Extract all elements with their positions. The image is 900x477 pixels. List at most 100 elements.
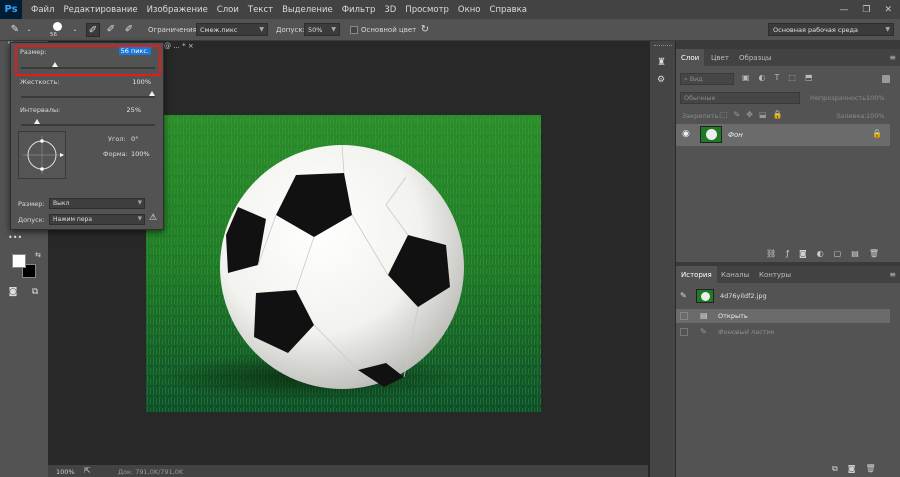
history-checkbox[interactable] xyxy=(680,328,688,336)
panel-menu-icon[interactable]: ≡ xyxy=(889,53,896,62)
more-tools-icon[interactable]: ••• xyxy=(8,233,22,242)
spacing-slider-thumb[interactable] xyxy=(34,119,40,124)
screen-mode-icon[interactable]: ⧉ xyxy=(28,287,42,297)
history-snapshot[interactable]: ✎ 4d76yildf2.jpg xyxy=(676,289,890,303)
layer-name[interactable]: Фон xyxy=(728,131,743,139)
document-canvas[interactable] xyxy=(146,115,541,412)
background-eraser-tool-icon[interactable]: ✎ xyxy=(8,23,22,37)
menu-file[interactable]: Файл xyxy=(31,5,54,15)
size-slider-thumb[interactable] xyxy=(51,62,58,67)
collapsed-panels-strip: ♜ ⚙ xyxy=(650,41,676,477)
snapshot-name: 4d76yildf2.jpg xyxy=(720,292,767,300)
history-step-label: Фоновый ластик xyxy=(718,328,775,336)
layer-thumbnail xyxy=(700,126,722,143)
tab-channels[interactable]: Каналы xyxy=(716,266,754,283)
layers-footer-icons[interactable]: ⛓ƒ◙◐▢▤🗑 xyxy=(766,249,889,258)
angle-roundness-widget[interactable] xyxy=(18,131,66,179)
restore-icon[interactable]: ❐ xyxy=(862,5,870,15)
tab-history[interactable]: История xyxy=(676,266,717,283)
spacing-label: Интервалы: xyxy=(20,106,61,114)
sampling-once-icon[interactable]: ✐ xyxy=(104,23,118,37)
protect-color-checkbox[interactable] xyxy=(350,26,358,34)
snapshot-ball-icon xyxy=(701,292,710,301)
roundness-value[interactable]: 100% xyxy=(131,150,150,158)
chevron-down-icon: ▼ xyxy=(137,200,142,206)
tab-paths[interactable]: Контуры xyxy=(754,266,796,283)
chevron-down-icon: ▼ xyxy=(885,26,890,33)
panel-menu-icon[interactable]: ≡ xyxy=(889,270,896,279)
history-checkbox[interactable] xyxy=(680,312,688,320)
filter-toggle-icon[interactable] xyxy=(882,75,890,83)
tolerance-input[interactable]: 50% ▼ xyxy=(304,23,340,36)
visibility-eye-icon[interactable]: ◉ xyxy=(682,129,690,139)
tab-color[interactable]: Цвет xyxy=(706,49,734,66)
tolerance-control-select[interactable]: Нажим пера ▼ xyxy=(49,214,145,225)
workspace-select[interactable]: Основная рабочая среда ▼ xyxy=(768,23,894,36)
layer-filter-kind[interactable]: ⌕ Вид xyxy=(680,73,734,85)
history-step-bg-eraser[interactable]: ✎ Фоновый ластик xyxy=(676,325,890,339)
document-tab[interactable]: @ ... * × xyxy=(164,42,194,58)
quick-mask-icon[interactable]: ◙ xyxy=(6,287,20,297)
options-bar: ✎ ⌄ 56 ⌄ ✐ ✐ ✐ Ограничения: Смеж.пикс ▼ Д… xyxy=(0,19,900,41)
foreground-color-swatch[interactable] xyxy=(12,254,26,268)
spacing-value[interactable]: 25% xyxy=(127,106,141,114)
sampling-continuous-icon[interactable]: ✐ xyxy=(86,23,100,37)
menu-window[interactable]: Окно xyxy=(458,5,481,15)
background-eraser-step-icon: ✎ xyxy=(700,327,707,336)
menu-help[interactable]: Справка xyxy=(490,5,527,15)
menu-filter[interactable]: Фильтр xyxy=(342,5,376,15)
fill-label: Заливка: xyxy=(836,112,867,120)
filter-kind-value: Вид xyxy=(689,75,703,83)
status-bar: 100% ⇱ Док: 791,0K/791,0K xyxy=(48,465,648,477)
zoom-level[interactable]: 100% xyxy=(56,468,75,476)
adjustments-panel-icon[interactable]: ⚙ xyxy=(657,75,665,85)
limits-label: Ограничения: xyxy=(148,26,200,34)
snapshot-thumbnail xyxy=(696,289,714,303)
blend-mode-select[interactable]: Обычные xyxy=(680,92,800,104)
document-info[interactable]: Док: 791,0K/791,0K xyxy=(118,468,183,476)
menu-type[interactable]: Текст xyxy=(248,5,273,15)
limits-select[interactable]: Смеж.пикс ▼ xyxy=(196,23,268,36)
brush-dot-icon xyxy=(53,22,62,31)
close-icon[interactable]: ✕ xyxy=(884,5,892,15)
layer-lock-icon: 🔒 xyxy=(872,129,882,138)
angle-value[interactable]: 0° xyxy=(131,135,138,143)
brush-preview[interactable]: 56 xyxy=(48,21,68,39)
window-controls: — ❐ ✕ xyxy=(839,0,892,19)
tab-swatches[interactable]: Образцы xyxy=(734,49,777,66)
menu-image[interactable]: Изображение xyxy=(147,5,208,15)
export-icon[interactable]: ⇱ xyxy=(84,466,91,475)
fill-value[interactable]: 100% xyxy=(866,112,885,120)
tool-preset-chevron-icon[interactable]: ⌄ xyxy=(22,23,36,37)
history-brush-source-icon[interactable]: ✎ xyxy=(680,291,687,300)
history-step-open[interactable]: ▤ Открыть xyxy=(676,309,890,323)
opacity-value[interactable]: 100% xyxy=(866,94,885,102)
brush-picker-chevron-icon[interactable]: ⌄ xyxy=(68,23,82,37)
history-brush-panel-icon[interactable]: ♜ xyxy=(657,57,666,68)
swap-colors-icon[interactable]: ⇆ xyxy=(31,251,45,259)
sampling-swatch-icon[interactable]: ✐ xyxy=(122,23,136,37)
layer-filter-icons[interactable]: ▣◐T⬚⬒ xyxy=(742,73,822,82)
lock-icons[interactable]: ⬚✎✥⬓🔒 xyxy=(720,110,788,119)
hardness-slider-thumb[interactable] xyxy=(149,91,155,96)
hardness-value[interactable]: 100% xyxy=(132,78,151,86)
size-slider-track[interactable] xyxy=(21,67,155,69)
hardness-slider-track[interactable] xyxy=(21,96,155,98)
history-footer-icons[interactable]: ⧉◙🗑 xyxy=(832,464,886,474)
protect-color-label: Основной цвет xyxy=(361,26,417,34)
menu-layers[interactable]: Слои xyxy=(217,5,239,15)
menu-view[interactable]: Просмотр xyxy=(405,5,449,15)
dock-grip-icon xyxy=(654,45,672,47)
menu-3d[interactable]: 3D xyxy=(384,5,396,15)
tab-layers[interactable]: Слои xyxy=(676,49,705,66)
layer-row-background[interactable]: ◉ Фон 🔒 xyxy=(676,124,890,146)
size-control-select[interactable]: Выкл ▼ xyxy=(49,198,145,209)
pressure-pen-icon[interactable]: ↻ xyxy=(418,23,432,37)
menu-edit[interactable]: Редактирование xyxy=(63,5,137,15)
angle-label: Угол: xyxy=(108,135,126,143)
menu-select[interactable]: Выделение xyxy=(282,5,333,15)
size-value[interactable]: 56 пикс. xyxy=(118,47,151,55)
chevron-down-icon: ▼ xyxy=(331,26,336,33)
spacing-slider-track[interactable] xyxy=(21,124,155,126)
minimize-icon[interactable]: — xyxy=(839,5,848,15)
